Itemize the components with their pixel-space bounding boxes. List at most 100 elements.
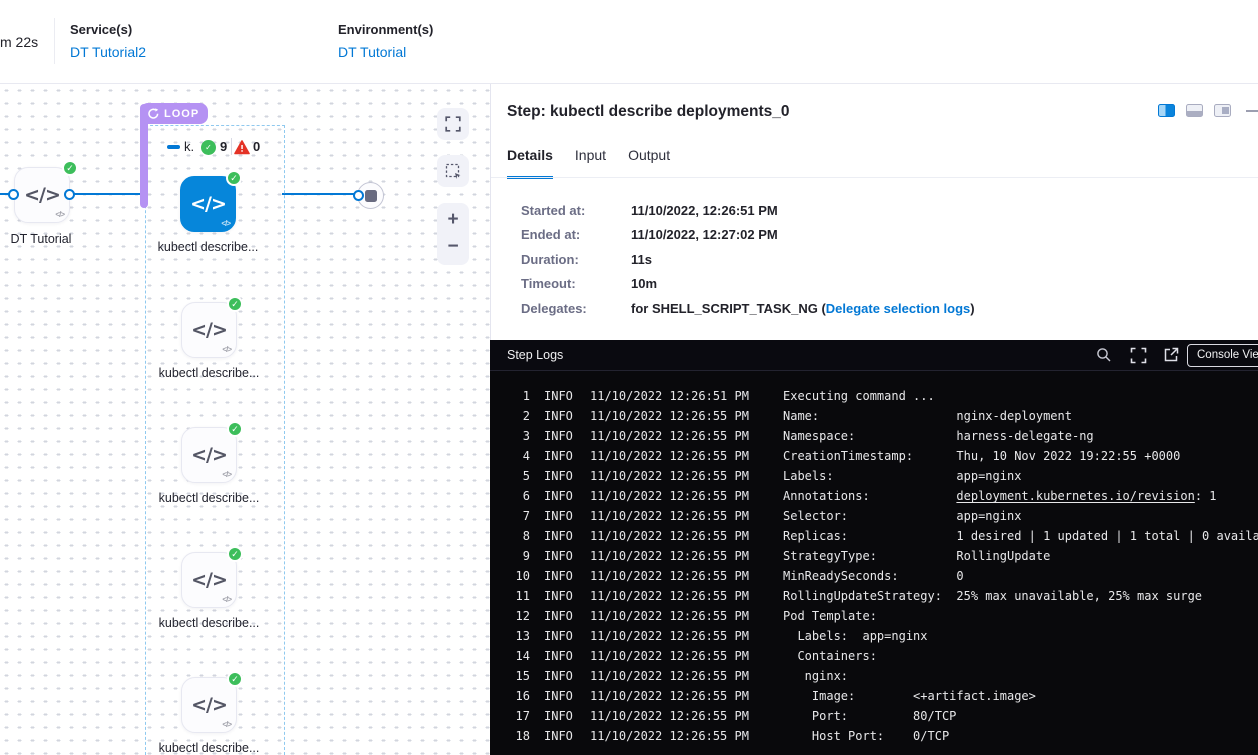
- step-node-kubectl-describe-2[interactable]: </></>✓: [181, 427, 237, 483]
- log-line-number: 1: [502, 389, 530, 409]
- service-link[interactable]: DT Tutorial2: [70, 44, 146, 60]
- log-lines-container[interactable]: 1INFO11/10/2022 12:26:51 PMExecuting com…: [490, 371, 1258, 749]
- tab-details[interactable]: Details: [507, 147, 553, 179]
- execution-topbar: m 22s Service(s) DT Tutorial2 Environmen…: [0, 0, 1258, 84]
- shell-script-icon: </>: [24, 184, 60, 206]
- log-line-number: 6: [502, 489, 530, 509]
- collapse-group-button[interactable]: [167, 145, 180, 149]
- log-timestamp: 11/10/2022 12:26:55 PM: [590, 649, 749, 669]
- field-delegates: Delegates: for SHELL_SCRIPT_TASK_NG (Del…: [521, 296, 975, 321]
- tab-input[interactable]: Input: [575, 147, 606, 179]
- step-node-label-1: kubectl describe...: [157, 364, 261, 383]
- log-line-number: 2: [502, 409, 530, 429]
- zoom-in-button[interactable]: +: [437, 209, 469, 231]
- layout-right-view-icon[interactable]: [1214, 104, 1231, 117]
- log-line-12: 12 INFO 11/10/2022 12:26:55 PM Pod Template…: [502, 609, 1258, 629]
- log-level: INFO: [544, 569, 574, 589]
- log-message: RollingUpdateStrategy: 25% max unavailab…: [783, 589, 1202, 609]
- log-message: Annotations: deployment.kubernetes.io/re…: [783, 489, 1217, 509]
- log-line-15: 15INFO11/10/2022 12:26:55 PM nginx:: [502, 669, 1258, 689]
- shell-script-icon: </>: [190, 193, 226, 215]
- log-message: Pod Template:: [783, 609, 877, 629]
- log-annotation-link[interactable]: deployment.kubernetes.io/revision: [956, 489, 1194, 503]
- log-line-number: 12: [502, 609, 530, 629]
- edge-loop-to-end: [282, 193, 355, 195]
- log-level: INFO: [544, 609, 574, 629]
- log-line-number: 4: [502, 449, 530, 469]
- search-logs-icon[interactable]: [1096, 347, 1112, 368]
- open-logs-new-tab-icon[interactable]: [1163, 347, 1179, 368]
- step-node-kubectl-describe-4[interactable]: </></>✓: [181, 677, 237, 733]
- delegate-selection-logs-link[interactable]: Delegate selection logs: [826, 301, 971, 316]
- shell-script-watermark-icon: </>: [222, 470, 231, 479]
- log-line-6: 6INFO11/10/2022 12:26:55 PMAnnotations: …: [502, 489, 1258, 509]
- log-message: Replicas: 1 desired | 1 updated | 1 tota…: [783, 529, 1258, 549]
- log-message: MinReadySeconds: 0: [783, 569, 964, 589]
- step-node-label-3: kubectl describe...: [157, 614, 261, 633]
- pipeline-canvas[interactable]: LOOP k. ✓ 9 0 </> </> ✓ DT Tutorial </><…: [0, 84, 490, 755]
- log-level: INFO: [544, 389, 574, 409]
- log-message: Containers:: [783, 649, 877, 669]
- zoom-out-button[interactable]: −: [437, 236, 469, 258]
- fit-to-screen-button[interactable]: [437, 108, 469, 140]
- log-line-number: 9: [502, 549, 530, 569]
- log-line-11: 11INFO11/10/2022 12:26:55 PMRollingUpdat…: [502, 589, 1258, 609]
- fullscreen-logs-icon[interactable]: [1130, 347, 1147, 369]
- log-line-8: 8INFO11/10/2022 12:26:55 PMReplicas: 1 d…: [502, 529, 1258, 549]
- log-level: INFO: [544, 649, 574, 669]
- log-timestamp: 11/10/2022 12:26:55 PM: [590, 609, 749, 629]
- console-view-button[interactable]: Console View: [1187, 344, 1258, 367]
- step-node-kubectl-describe-3[interactable]: </></>✓: [181, 552, 237, 608]
- environments-label: Environment(s): [338, 22, 433, 37]
- layout-split-view-icon[interactable]: [1158, 104, 1175, 117]
- success-badge-icon: ✓: [227, 546, 243, 562]
- log-timestamp: 11/10/2022 12:26:55 PM: [590, 429, 749, 449]
- step-logs-panel: Step Logs Console View 1INFO11/10/2022 1…: [490, 340, 1258, 755]
- log-line-17: 17INFO11/10/2022 12:26:55 PM Port: 80/TC…: [502, 709, 1258, 729]
- step-node-kubectl-describe-0[interactable]: </></>✓: [180, 176, 236, 232]
- log-message: Namespace: harness-delegate-ng: [783, 429, 1094, 449]
- step-details-title: Step: kubectl describe deployments_0: [507, 103, 790, 121]
- log-line-number: 7: [502, 509, 530, 529]
- tab-output[interactable]: Output: [628, 147, 670, 179]
- minimize-panel-icon[interactable]: [1246, 110, 1258, 112]
- log-timestamp: 11/10/2022 12:26:55 PM: [590, 689, 749, 709]
- zoom-controls[interactable]: + −: [437, 203, 469, 265]
- topbar-divider: [54, 18, 55, 64]
- success-badge-icon: ✓: [226, 170, 242, 186]
- log-line-9: 9INFO11/10/2022 12:26:55 PMStrategyType:…: [502, 549, 1258, 569]
- log-line-number: 13: [502, 629, 530, 649]
- field-timeout: Timeout: 10m: [521, 272, 975, 297]
- environment-link[interactable]: DT Tutorial: [338, 44, 433, 60]
- fail-count: 0: [253, 139, 260, 154]
- log-level: INFO: [544, 409, 574, 429]
- log-timestamp: 11/10/2022 12:26:55 PM: [590, 529, 749, 549]
- step-node-label-0: kubectl describe...: [156, 238, 260, 257]
- loop-badge: LOOP: [140, 103, 208, 124]
- step-details-panel: Step: kubectl describe deployments_0 Det…: [490, 84, 1258, 340]
- log-message: Image: <+artifact.image>: [783, 689, 1036, 709]
- log-level: INFO: [544, 429, 574, 449]
- services-label: Service(s): [70, 22, 146, 37]
- success-badge-icon: ✓: [227, 671, 243, 687]
- log-message: Executing command ...: [783, 389, 935, 409]
- log-message: Labels: app=nginx: [783, 629, 928, 649]
- canvas-selection-button[interactable]: [437, 155, 469, 187]
- log-level: INFO: [544, 689, 574, 709]
- log-message: Host Port: 0/TCP: [783, 729, 949, 749]
- log-message: nginx:: [783, 669, 848, 689]
- field-started-at: Started at: 11/10/2022, 12:26:51 PM: [521, 198, 975, 223]
- layout-bottom-view-icon[interactable]: [1186, 104, 1203, 117]
- loop-badge-label: LOOP: [164, 108, 199, 120]
- step-node-kubectl-describe-1[interactable]: </></>✓: [181, 302, 237, 358]
- log-timestamp: 11/10/2022 12:26:55 PM: [590, 709, 749, 729]
- stage-node-label: DT Tutorial: [0, 230, 93, 249]
- log-timestamp: 11/10/2022 12:26:55 PM: [590, 489, 749, 509]
- field-duration: Duration: 11s: [521, 247, 975, 272]
- stage-node-dt-tutorial[interactable]: </> </> ✓: [14, 167, 70, 223]
- execution-duration: m 22s: [0, 34, 38, 50]
- log-message: StrategyType: RollingUpdate: [783, 549, 1050, 569]
- log-line-number: 5: [502, 469, 530, 489]
- loop-group-name: k.: [184, 139, 194, 154]
- log-line-number: 10: [502, 569, 530, 589]
